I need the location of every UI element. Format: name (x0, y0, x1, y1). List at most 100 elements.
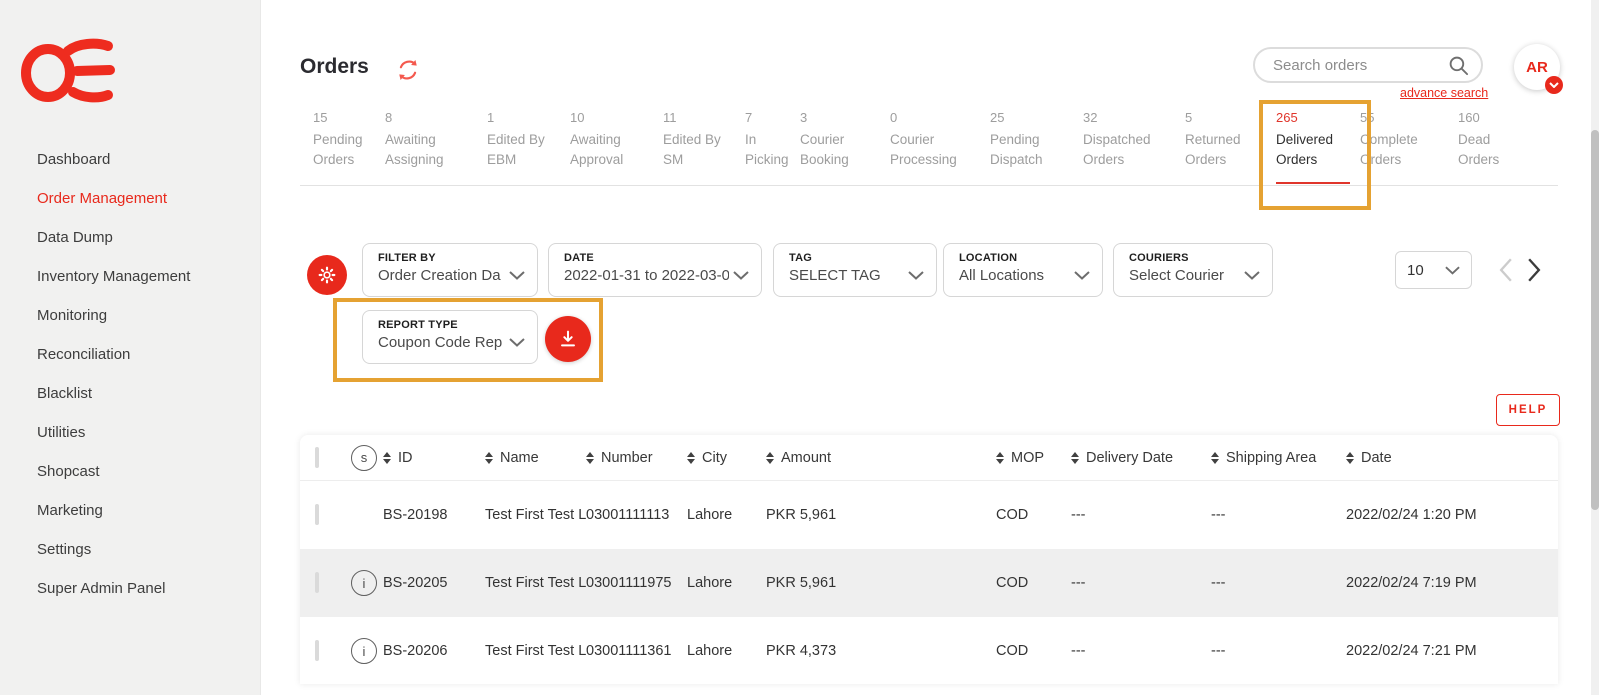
column-header[interactable]: Delivery Date (1086, 450, 1173, 466)
tab-returned-orders[interactable]: 5 Returned Orders (1185, 108, 1262, 184)
scrollbar-thumb[interactable] (1591, 130, 1599, 510)
cell-id: BS-20206 (383, 643, 485, 659)
cell-amount: PKR 4,373 (766, 643, 996, 659)
table-row[interactable]: BS-20198 Test First Test L... 0300111111… (300, 481, 1558, 549)
table-row[interactable]: i BS-20206 Test First Test L... 03001111… (300, 617, 1558, 685)
tab-count: 25 (990, 108, 1083, 129)
dropdown-label: DATE (564, 252, 729, 264)
column-header[interactable]: ID (398, 450, 413, 466)
dropdown-value: 2022-01-31 to 2022-03-01 (564, 267, 729, 284)
sort-icon[interactable] (383, 452, 391, 464)
dropdown-value: Select Courier (1129, 267, 1240, 284)
download-report-button[interactable] (545, 316, 591, 362)
dropdown-label: COURIERS (1129, 252, 1240, 264)
search-icon[interactable] (1448, 55, 1469, 76)
tab-pending-orders[interactable]: 15 Pending Orders (313, 108, 385, 184)
column-header[interactable]: Shipping Area (1226, 450, 1316, 466)
sidebar-item-reconciliation[interactable]: Reconciliation (37, 343, 190, 366)
table-row[interactable]: i BS-20205 Test First Test L... 03001111… (300, 549, 1558, 617)
select-all-checkbox[interactable] (315, 447, 319, 468)
sidebar-item-dashboard[interactable]: Dashboard (37, 148, 190, 171)
sidebar-item-marketing[interactable]: Marketing (37, 499, 190, 522)
sort-icon[interactable] (766, 452, 774, 464)
row-checkbox[interactable] (315, 504, 319, 525)
tab-courier-processing[interactable]: 0 Courier Processing (890, 108, 990, 184)
tab-count: 5 (1185, 108, 1262, 129)
tab-count: 15 (313, 108, 385, 129)
tab-label: Courier (800, 130, 890, 151)
tab-label: Edited By (487, 130, 570, 151)
couriers-dropdown[interactable]: COURIERS Select Courier (1113, 243, 1273, 297)
sidebar-item-order-management[interactable]: Order Management (37, 187, 190, 210)
table-header-row: s ID Name Number City Amount MOP Deliver… (300, 435, 1558, 481)
row-checkbox[interactable] (315, 640, 319, 661)
sort-icon[interactable] (1211, 452, 1219, 464)
refresh-icon[interactable] (396, 58, 420, 82)
advance-search-link[interactable]: advance search (1400, 86, 1488, 100)
tag-dropdown[interactable]: TAG SELECT TAG (773, 243, 937, 297)
tab-in-picking[interactable]: 7 In Picking (745, 108, 800, 184)
column-header[interactable]: Date (1361, 450, 1392, 466)
date-range-dropdown[interactable]: DATE 2022-01-31 to 2022-03-01 (548, 243, 762, 297)
tab-edited-by-ebm[interactable]: 1 Edited By EBM (487, 108, 570, 184)
row-checkbox[interactable] (315, 572, 319, 593)
cell-amount: PKR 5,961 (766, 507, 996, 523)
tab-count: 0 (890, 108, 990, 129)
user-avatar[interactable]: AR (1514, 44, 1560, 90)
column-header[interactable]: MOP (1011, 450, 1044, 466)
sort-icon[interactable] (485, 452, 493, 464)
sidebar-item-monitoring[interactable]: Monitoring (37, 304, 190, 327)
sort-icon[interactable] (1346, 452, 1354, 464)
next-page-icon[interactable] (1527, 258, 1543, 282)
prev-page-icon[interactable] (1499, 258, 1515, 282)
sidebar-item-data-dump[interactable]: Data Dump (37, 226, 190, 249)
tab-dispatched-orders[interactable]: 32 Dispatched Orders (1083, 108, 1185, 184)
info-icon[interactable]: i (351, 570, 377, 596)
currency-badge-icon[interactable]: s (351, 445, 377, 471)
sidebar-item-inventory-management[interactable]: Inventory Management (37, 265, 190, 288)
column-header[interactable]: Amount (781, 450, 831, 466)
tab-pending-dispatch[interactable]: 25 Pending Dispatch (990, 108, 1083, 184)
tab-awaiting-approval[interactable]: 10 Awaiting Approval (570, 108, 663, 184)
search-input[interactable] (1271, 56, 1448, 75)
sidebar-item-shopcast[interactable]: Shopcast (37, 460, 190, 483)
tab-count: 11 (663, 108, 745, 129)
tab-complete-orders[interactable]: 55 Complete Orders (1360, 108, 1458, 184)
page-size-select[interactable]: 10 (1395, 251, 1472, 289)
tab-label: Processing (890, 150, 990, 171)
search-box (1253, 47, 1483, 83)
column-header[interactable]: City (702, 450, 727, 466)
sort-icon[interactable] (586, 452, 594, 464)
tab-awaiting-assigning[interactable]: 8 Awaiting Assigning (385, 108, 487, 184)
sidebar-item-utilities[interactable]: Utilities (37, 421, 190, 444)
sidebar-nav: Dashboard Order Management Data Dump Inv… (37, 148, 190, 616)
tab-edited-by-sm[interactable]: 11 Edited By SM (663, 108, 745, 184)
report-type-dropdown[interactable]: REPORT TYPE Coupon Code Rep (362, 310, 538, 364)
sort-icon[interactable] (996, 452, 1004, 464)
info-icon[interactable]: i (351, 638, 377, 664)
location-dropdown[interactable]: LOCATION All Locations (943, 243, 1103, 297)
tab-dead-orders[interactable]: 160 Dead Orders (1458, 108, 1558, 184)
filter-by-dropdown[interactable]: FILTER BY Order Creation Da (362, 243, 538, 297)
avatar-chevron-down-icon[interactable] (1545, 76, 1563, 94)
tab-label: Orders (313, 150, 385, 171)
sidebar-item-settings[interactable]: Settings (37, 538, 190, 561)
cell-name: Test First Test L... (485, 507, 586, 523)
filter-settings-button[interactable] (307, 255, 347, 295)
order-management-app: Dashboard Order Management Data Dump Inv… (0, 0, 1599, 695)
chevron-down-icon (1074, 267, 1090, 285)
tab-label: Returned (1185, 130, 1262, 151)
avatar-initials: AR (1526, 59, 1548, 76)
tab-count: 32 (1083, 108, 1185, 129)
tab-label: Orders (1360, 150, 1458, 171)
help-button[interactable]: HELP (1496, 394, 1560, 426)
tab-courier-booking[interactable]: 3 Courier Booking (800, 108, 890, 184)
column-header[interactable]: Number (601, 450, 653, 466)
column-header[interactable]: Name (500, 450, 539, 466)
page-size-value: 10 (1407, 262, 1424, 279)
sort-icon[interactable] (1071, 452, 1079, 464)
sort-icon[interactable] (687, 452, 695, 464)
sidebar-item-super-admin-panel[interactable]: Super Admin Panel (37, 577, 190, 600)
sidebar-item-blacklist[interactable]: Blacklist (37, 382, 190, 405)
tab-delivered-orders[interactable]: 265 Delivered Orders (1262, 108, 1360, 184)
